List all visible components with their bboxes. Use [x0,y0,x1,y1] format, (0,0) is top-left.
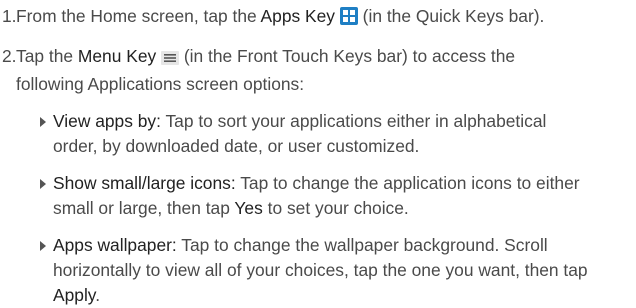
menu-key-label: Menu Key [77,46,157,66]
yes-label: Yes [234,198,263,218]
option-text: Tap to change the wallpaper background. … [176,235,548,255]
step-text-after: (in the Front Touch Keys bar) to access … [179,46,516,66]
option-text-line2-end: to set your choice. [262,198,409,218]
step-number: 2. [2,46,17,66]
option-text-line2: small or large, then tap [53,198,235,218]
option-text-line2: order, by downloaded date, or user custo… [53,136,420,156]
step-2: 2. Tap the Menu Key (in the Front Touch … [0,44,636,308]
list-item-show-icons: Show small/large icons: Tap to change th… [26,171,636,221]
menu-lines-icon [161,47,180,72]
step-text-line2: following Applications screen options: [16,74,305,94]
bullet-arrow-icon [40,241,46,251]
step-1: 1. From the Home screen, tap the Apps Ke… [0,4,636,32]
option-title: Apps wallpaper: [53,235,177,255]
option-title: Show small/large icons: [53,173,236,193]
option-title: View apps by: [53,111,161,131]
list-item-apps-wallpaper: Apps wallpaper: Tap to change the wallpa… [26,233,636,308]
option-text-line3-end: . [95,285,101,305]
apps-grid-icon [339,7,358,32]
step-number: 1. [2,6,17,26]
step-text: From the Home screen, tap the [16,6,261,26]
option-text: Tap to sort your applications either in … [160,111,547,131]
apps-key-label: Apps Key [260,6,335,26]
option-text-line2: horizontally to view all of your choices… [53,260,588,280]
bullet-arrow-icon [40,179,46,189]
bullet-arrow-icon [40,117,46,127]
options-list: View apps by: Tap to sort your applicati… [16,109,636,308]
step-text-after: (in the Quick Keys bar). [357,6,545,26]
apply-label: Apply [53,285,96,305]
list-item-view-apps-by: View apps by: Tap to sort your applicati… [26,109,636,159]
instructions-document: 1. From the Home screen, tap the Apps Ke… [0,0,636,308]
option-text: Tap to change the application icons to e… [235,173,580,193]
step-text: Tap the [16,46,78,66]
